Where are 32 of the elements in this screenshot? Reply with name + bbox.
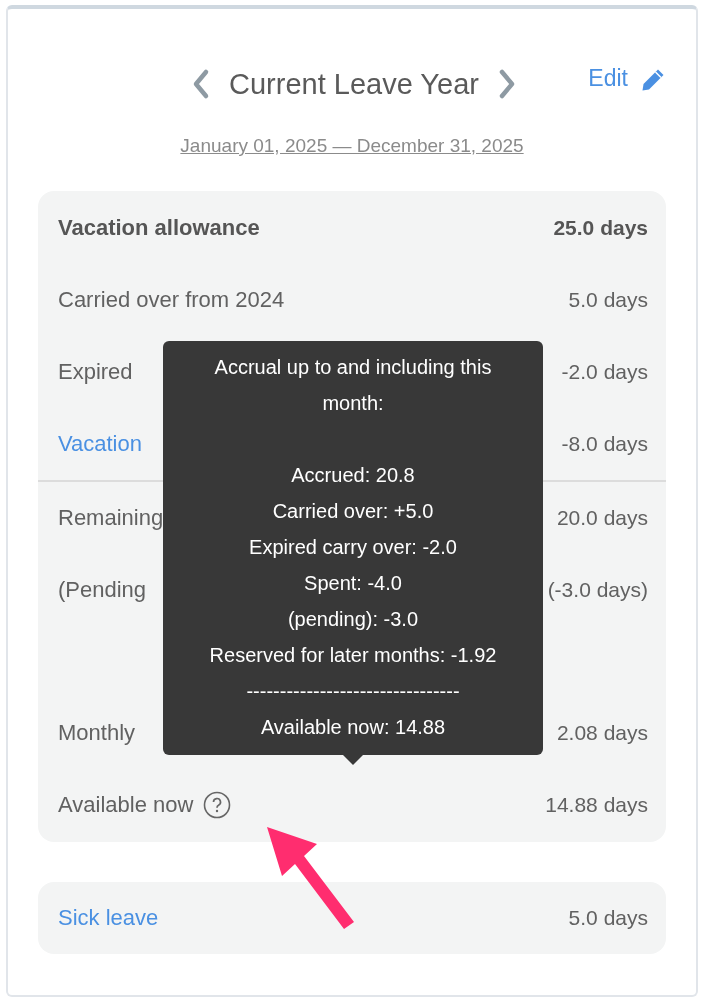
pencil-icon[interactable] — [640, 67, 666, 93]
row-label: Monthly — [58, 720, 136, 746]
row-label: Remaining — [58, 505, 164, 531]
tooltip-text: Accrued: 20.8 — [291, 463, 415, 488]
row-link[interactable]: Sick leave — [58, 905, 159, 931]
help-icon[interactable] — [203, 791, 232, 819]
row-label: Carried over from 2024 — [58, 287, 285, 313]
row-value: 5.0 days — [568, 906, 648, 930]
date-range-link[interactable]: January 01, 2025 — December 31, 2025 — [180, 135, 524, 157]
tooltip-text: Reserved for later months: -1.92 — [209, 643, 497, 668]
row-label: (Pending — [58, 577, 147, 603]
tooltip-text: Spent: -4.0 — [304, 571, 402, 596]
row-link[interactable]: Vacation — [58, 431, 142, 457]
row-value: -2.0 days — [561, 360, 648, 384]
tooltip-text: Carried over: +5.0 — [272, 499, 434, 524]
tooltip-text: Available now: 14.88 — [260, 715, 446, 740]
tooltip-text: Expired carry over: -2.0 — [249, 535, 457, 560]
edit-link[interactable]: Edit — [588, 65, 628, 92]
row-value: 20.0 days — [556, 506, 648, 530]
tooltip-text: -------------------------------- — [246, 679, 460, 704]
row-value: 2.08 days — [556, 721, 648, 745]
row-value: -8.0 days — [561, 432, 648, 456]
row-value: 5.0 days — [568, 288, 648, 312]
row-value: 14.88 days — [545, 793, 648, 817]
row-label: Vacation allowance — [58, 215, 260, 241]
row-value: 25.0 days — [553, 216, 648, 240]
leave-year-title: Current Leave Year — [229, 67, 479, 101]
row-value: (-3.0 days) — [547, 578, 648, 602]
tooltip-text: (pending): -3.0 — [287, 607, 419, 632]
tooltip-text: Accrual up to and including this month: — [213, 355, 493, 416]
row-label: Expired — [58, 359, 133, 385]
row-label: Available now — [58, 792, 194, 818]
